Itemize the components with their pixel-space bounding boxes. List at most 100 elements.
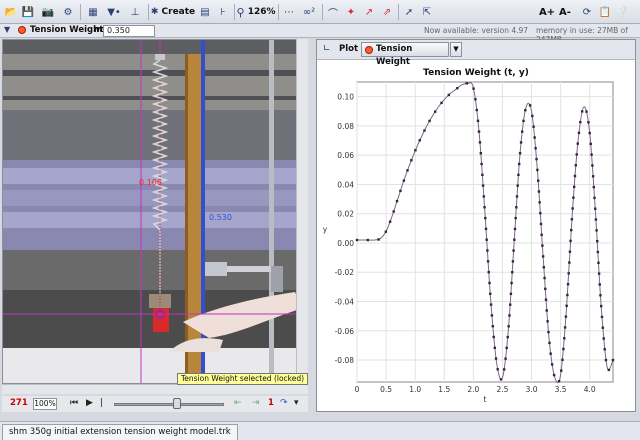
data-point[interactable] bbox=[572, 196, 575, 199]
data-point[interactable] bbox=[519, 141, 523, 144]
track-name-label[interactable]: Tension Weight bbox=[30, 25, 103, 35]
data-point[interactable] bbox=[588, 131, 591, 135]
refresh-icon[interactable]: ⟳ bbox=[580, 4, 594, 20]
data-point[interactable] bbox=[504, 357, 507, 360]
data-point[interactable] bbox=[476, 119, 480, 122]
data-point[interactable] bbox=[541, 244, 544, 247]
data-point[interactable] bbox=[465, 82, 468, 85]
data-point[interactable] bbox=[513, 227, 517, 231]
data-point[interactable] bbox=[543, 276, 546, 280]
file-tab[interactable]: shm 350g initial extension tension weigh… bbox=[2, 424, 238, 440]
data-point[interactable] bbox=[538, 201, 541, 204]
data-point[interactable] bbox=[517, 173, 520, 177]
data-point[interactable] bbox=[508, 314, 511, 317]
xy-mark-icon[interactable]: ⇱ bbox=[420, 4, 434, 20]
data-point[interactable] bbox=[410, 159, 413, 162]
data-point[interactable] bbox=[534, 147, 537, 150]
data-point[interactable] bbox=[545, 309, 548, 312]
step-size[interactable]: 1 bbox=[268, 398, 274, 408]
data-point[interactable] bbox=[388, 220, 392, 223]
data-point[interactable] bbox=[593, 196, 596, 200]
data-point[interactable] bbox=[423, 129, 426, 132]
acceleration-icon[interactable]: ⇗ bbox=[380, 4, 394, 20]
data-point[interactable] bbox=[573, 174, 577, 178]
data-point[interactable] bbox=[594, 207, 597, 210]
data-point[interactable] bbox=[402, 179, 406, 182]
play-icon[interactable]: ▶ bbox=[86, 398, 93, 408]
data-point[interactable] bbox=[502, 368, 506, 371]
data-point[interactable] bbox=[474, 98, 477, 101]
data-point[interactable] bbox=[484, 216, 487, 220]
save-icon[interactable]: 💾 bbox=[21, 4, 35, 20]
data-point[interactable] bbox=[571, 207, 574, 210]
step-back-button-icon[interactable]: ⇤ bbox=[234, 398, 242, 408]
data-point[interactable] bbox=[490, 314, 494, 317]
data-point[interactable] bbox=[567, 272, 570, 275]
data-point[interactable] bbox=[549, 352, 552, 355]
data-point[interactable] bbox=[472, 87, 475, 90]
tracks-icon[interactable]: ▤ bbox=[198, 4, 212, 20]
data-point[interactable] bbox=[384, 230, 388, 233]
autotrack-icon[interactable]: ➚ bbox=[402, 4, 416, 20]
data-point[interactable] bbox=[509, 292, 513, 296]
clip-end-icon[interactable]: ▾ bbox=[294, 398, 299, 408]
create-button[interactable]: ✱ Create bbox=[151, 4, 195, 20]
data-point[interactable] bbox=[517, 162, 521, 166]
data-point[interactable] bbox=[587, 121, 590, 124]
data-point[interactable] bbox=[533, 136, 536, 139]
data-point[interactable] bbox=[589, 142, 592, 146]
data-point[interactable] bbox=[475, 108, 478, 112]
data-point[interactable] bbox=[509, 303, 512, 306]
data-point[interactable] bbox=[539, 222, 543, 226]
data-point[interactable] bbox=[544, 298, 548, 301]
font-bigger-button[interactable]: A+ bbox=[539, 4, 555, 20]
data-point[interactable] bbox=[568, 250, 572, 253]
font-smaller-button[interactable]: A- bbox=[558, 4, 572, 20]
data-point[interactable] bbox=[433, 110, 437, 113]
data-point[interactable] bbox=[611, 358, 615, 362]
clip-settings-icon[interactable]: ⚙ bbox=[60, 4, 76, 20]
data-point[interactable] bbox=[565, 304, 568, 308]
data-point[interactable] bbox=[563, 326, 567, 329]
path-icon[interactable]: ⌒ bbox=[326, 4, 340, 20]
data-point[interactable] bbox=[428, 119, 431, 123]
data-point[interactable] bbox=[577, 131, 581, 135]
axes-icon[interactable]: ▼• bbox=[104, 4, 124, 20]
data-point[interactable] bbox=[598, 283, 601, 286]
data-point[interactable] bbox=[540, 233, 543, 236]
data-point[interactable] bbox=[406, 169, 409, 172]
data-point[interactable] bbox=[493, 346, 496, 349]
data-point[interactable] bbox=[603, 348, 606, 351]
data-point[interactable] bbox=[480, 162, 483, 166]
data-point[interactable] bbox=[524, 109, 527, 112]
data-point[interactable] bbox=[511, 260, 515, 263]
data-point[interactable] bbox=[514, 216, 517, 220]
clipboard-icon[interactable]: 📋 bbox=[598, 4, 612, 20]
data-point[interactable] bbox=[478, 141, 482, 144]
data-point[interactable] bbox=[547, 330, 550, 334]
data-point[interactable] bbox=[489, 303, 493, 306]
video-panel[interactable]: 0.106 0.530 bbox=[2, 39, 308, 384]
tension-weight-chart[interactable]: 0 0.5 1.0 1.5 2.0 2.5 3.0 3.5 4.0 0.10 0.08 0.06 0.0… bbox=[317, 40, 635, 411]
data-point[interactable] bbox=[607, 368, 611, 372]
data-point[interactable] bbox=[597, 261, 600, 265]
data-point[interactable] bbox=[536, 168, 539, 172]
data-point[interactable] bbox=[596, 250, 600, 254]
data-point[interactable] bbox=[542, 266, 546, 269]
data-point[interactable] bbox=[532, 125, 535, 128]
data-point[interactable] bbox=[591, 164, 594, 167]
data-point[interactable] bbox=[590, 153, 593, 156]
data-point[interactable] bbox=[604, 358, 608, 362]
data-point[interactable] bbox=[546, 320, 549, 323]
data-point[interactable] bbox=[440, 101, 443, 105]
data-point[interactable] bbox=[505, 346, 508, 350]
ruler-icon[interactable]: ⊦ bbox=[216, 4, 230, 20]
clip-inspector-icon[interactable]: ▦ bbox=[86, 4, 100, 20]
data-point[interactable] bbox=[515, 206, 518, 209]
data-point[interactable] bbox=[392, 210, 395, 213]
help-icon[interactable]: ❔ bbox=[616, 4, 630, 20]
data-point[interactable] bbox=[507, 325, 510, 328]
velocity-icon[interactable]: ↗ bbox=[362, 4, 376, 20]
data-point[interactable] bbox=[488, 281, 491, 285]
data-point[interactable] bbox=[366, 238, 370, 242]
